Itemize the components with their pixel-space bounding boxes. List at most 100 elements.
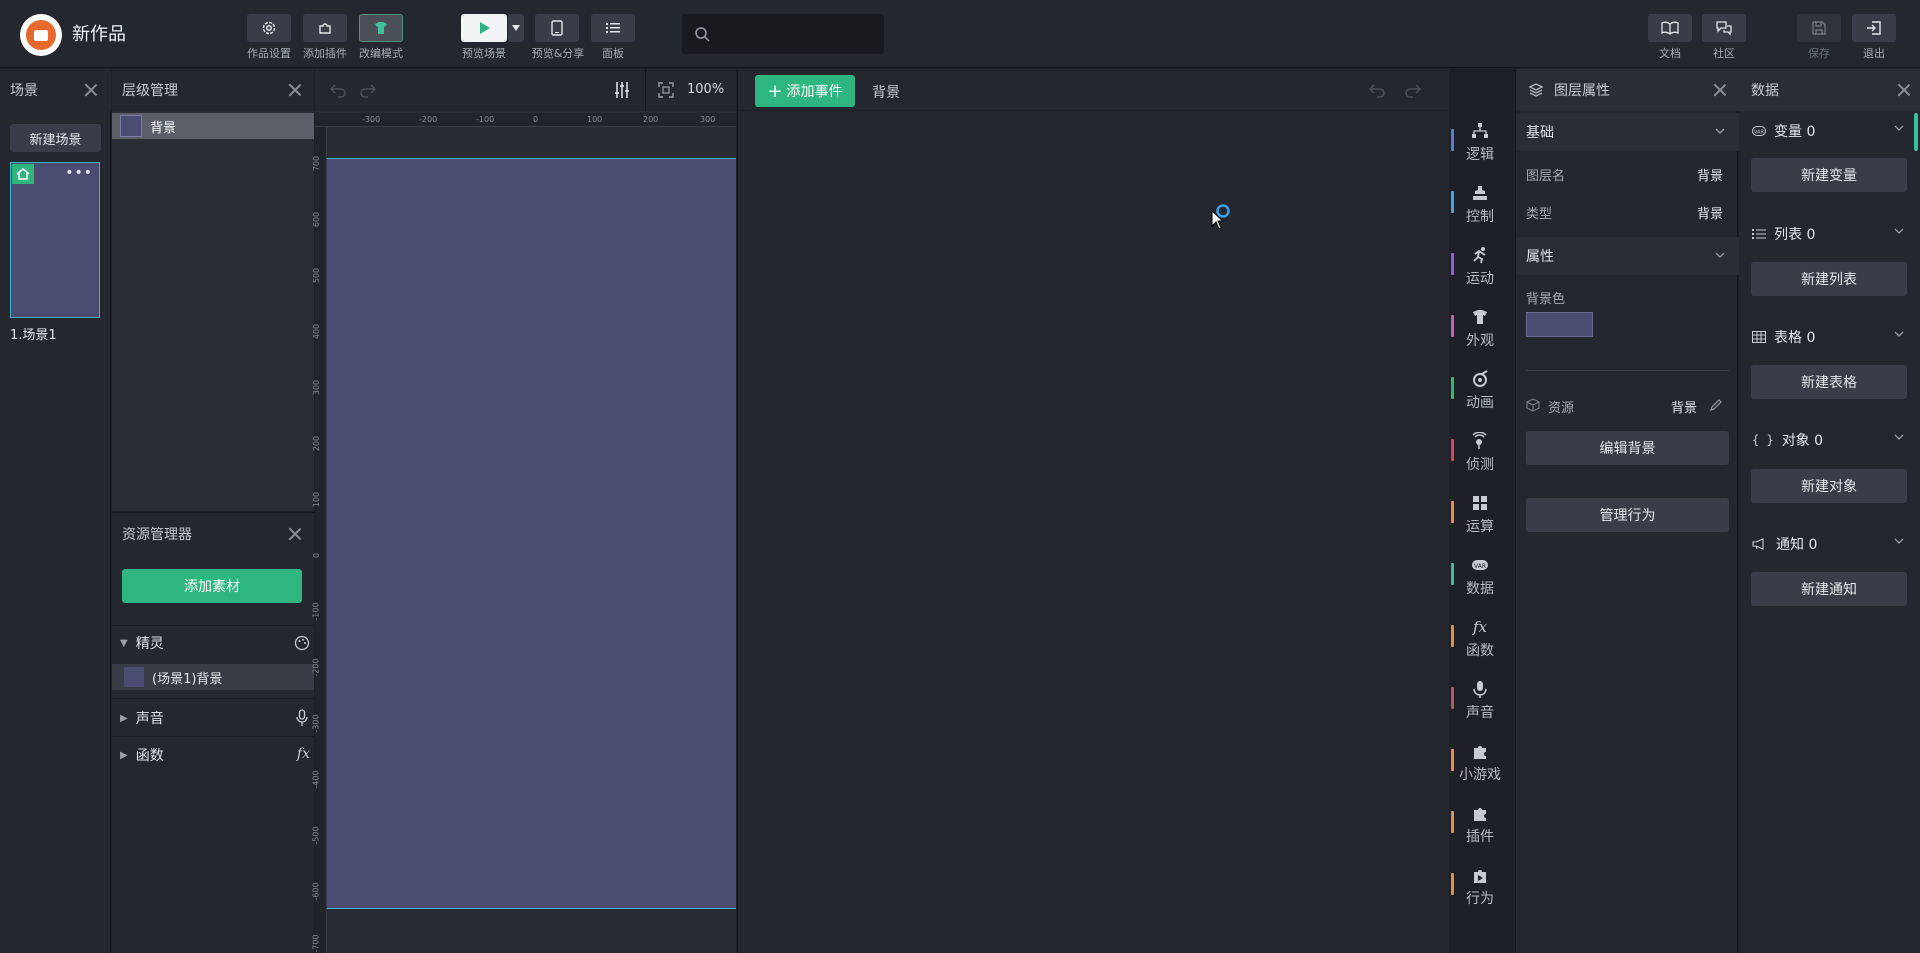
zoom-level[interactable]: 100%: [687, 82, 724, 97]
scene-thumbnail[interactable]: •••: [10, 162, 100, 318]
category-control[interactable]: 控制: [1450, 177, 1510, 233]
community-label: 社区: [1713, 47, 1735, 60]
search-input[interactable]: [718, 22, 874, 46]
basic-section-header[interactable]: 基础: [1516, 113, 1739, 151]
tables-section[interactable]: 表格 0: [1740, 319, 1920, 355]
category-minigame[interactable]: 小游戏: [1450, 735, 1510, 791]
category-operators[interactable]: 运算: [1450, 487, 1510, 543]
puzzle-icon: [1474, 746, 1486, 759]
attrs-section-header[interactable]: 属性: [1516, 237, 1739, 275]
bg-color-label: 背景色: [1526, 292, 1566, 307]
save-button[interactable]: [1797, 14, 1841, 42]
add-asset-button[interactable]: 添加素材: [122, 569, 302, 603]
redo-icon[interactable]: [1404, 82, 1422, 98]
close-icon[interactable]: [1713, 83, 1727, 97]
objects-section[interactable]: { } 对象 0: [1740, 422, 1920, 458]
close-icon[interactable]: [288, 83, 302, 97]
event-editor[interactable]: + 添加事件 背景: [737, 69, 1450, 953]
category-animation[interactable]: 动画: [1450, 363, 1510, 419]
manage-behavior-button[interactable]: 管理行为: [1526, 498, 1729, 532]
category-label: 小游戏: [1459, 767, 1501, 783]
stage-canvas[interactable]: [327, 158, 736, 909]
edit-mode-button[interactable]: [359, 14, 403, 42]
edit-background-button[interactable]: 编辑背景: [1526, 431, 1729, 465]
bg-color-swatch[interactable]: [1526, 312, 1593, 337]
pencil-icon[interactable]: [1709, 398, 1723, 412]
category-motion[interactable]: 运动: [1450, 239, 1510, 295]
notifications-section[interactable]: 通知 0: [1740, 526, 1920, 562]
category-functions[interactable]: fx 函数: [1450, 611, 1510, 667]
function-group[interactable]: ▶ 函数 fx: [120, 743, 310, 767]
panel-button[interactable]: [591, 14, 635, 42]
exit-button[interactable]: [1852, 14, 1896, 42]
layer-row[interactable]: 背景: [112, 113, 314, 139]
list-icon: [606, 23, 620, 33]
shirt-icon: [375, 22, 387, 34]
play-icon: [480, 22, 490, 34]
category-logic[interactable]: 逻辑: [1450, 115, 1510, 171]
chevron-down-icon: [1894, 228, 1904, 234]
sprite-group[interactable]: ▼ 精灵: [120, 631, 310, 655]
category-label: 声音: [1466, 705, 1494, 721]
preview-dropdown-button[interactable]: [508, 14, 524, 42]
new-object-button[interactable]: 新建对象: [1751, 469, 1907, 503]
new-scene-button[interactable]: 新建场景: [10, 124, 101, 152]
sliders-icon[interactable]: [613, 81, 631, 99]
sprite-group-label: 精灵: [135, 636, 164, 652]
variables-section[interactable]: VAR 变量 0: [1740, 113, 1920, 149]
fx-icon: fx: [1472, 618, 1487, 636]
ruler-tick: 100: [312, 491, 322, 508]
close-icon[interactable]: [1897, 83, 1911, 97]
panel-label: 面板: [602, 47, 624, 60]
new-table-button[interactable]: 新建表格: [1751, 365, 1907, 399]
fit-icon[interactable]: [658, 82, 674, 98]
ruler-tick: 200: [312, 435, 322, 452]
chevron-down-icon: [1715, 128, 1725, 134]
mic-icon[interactable]: [296, 709, 308, 727]
chevron-down-icon: [1894, 331, 1904, 337]
lists-section[interactable]: 列表 0: [1740, 216, 1920, 252]
search-box[interactable]: [682, 14, 884, 54]
preview-share-button[interactable]: [535, 14, 579, 42]
add-plugin-button[interactable]: [303, 14, 347, 42]
category-sensing[interactable]: 侦测: [1450, 425, 1510, 481]
more-icon[interactable]: •••: [65, 165, 93, 181]
sound-group[interactable]: ▶ 声音: [120, 706, 310, 730]
add-event-button[interactable]: + 添加事件: [755, 75, 855, 107]
category-color-bar: [1451, 687, 1454, 709]
category-label: 行为: [1466, 891, 1494, 907]
docs-button[interactable]: [1648, 14, 1692, 42]
fx-icon[interactable]: fx: [297, 746, 310, 762]
category-looks[interactable]: 外观: [1450, 301, 1510, 357]
category-plugins[interactable]: 插件: [1450, 797, 1510, 853]
palette-icon[interactable]: [294, 635, 310, 651]
asset-panel-header: 资源管理器: [112, 513, 314, 555]
new-list-button[interactable]: 新建列表: [1751, 262, 1907, 296]
category-sound[interactable]: 声音: [1450, 673, 1510, 729]
undo-icon[interactable]: [329, 82, 347, 98]
undo-icon[interactable]: [1368, 82, 1386, 98]
community-button[interactable]: [1702, 14, 1746, 42]
ruler-tick: -300: [362, 115, 381, 124]
redo-icon[interactable]: [359, 82, 377, 98]
run-icon: [1473, 247, 1486, 264]
stage-toolbar: 100%: [315, 69, 736, 111]
new-variable-button[interactable]: 新建变量: [1751, 158, 1907, 192]
ruler-tick: 700: [312, 155, 322, 172]
shirt-icon: [1473, 310, 1487, 324]
category-color-bar: [1451, 253, 1454, 275]
caret-down-icon: ▼: [120, 637, 128, 649]
preview-scene-button[interactable]: [461, 14, 507, 42]
category-label: 插件: [1466, 829, 1494, 845]
ruler-tick: 0: [533, 115, 539, 124]
category-behaviors[interactable]: 行为: [1450, 859, 1510, 915]
category-color-bar: [1451, 377, 1454, 399]
asset-item[interactable]: (场景1)背景: [112, 664, 314, 690]
new-notification-button[interactable]: 新建通知: [1751, 572, 1907, 606]
category-data[interactable]: VAR 数据: [1450, 549, 1510, 605]
ruler-tick: 300: [700, 115, 716, 124]
close-icon[interactable]: [288, 527, 302, 541]
settings-button[interactable]: [247, 14, 291, 42]
caret-right-icon: ▶: [120, 749, 128, 761]
close-icon[interactable]: [84, 83, 98, 97]
